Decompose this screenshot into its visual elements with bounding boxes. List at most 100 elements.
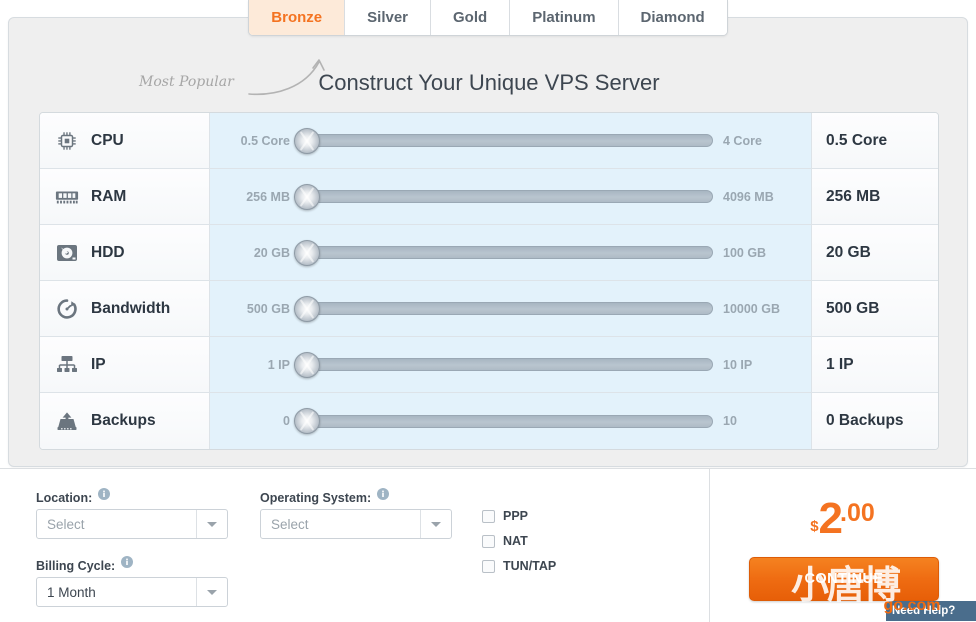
checkbox-label: PPP bbox=[503, 509, 529, 523]
checkbox-box[interactable] bbox=[482, 559, 495, 573]
billing-cycle-label: Billing Cycle: bbox=[36, 556, 133, 574]
spec-value-ip: 1 IP bbox=[812, 337, 938, 392]
spec-row-ip: IP 1 IP 10 IP 1 IP bbox=[40, 337, 938, 393]
location-select-value: Select bbox=[47, 516, 85, 532]
chevron-down-icon[interactable] bbox=[420, 510, 451, 538]
spec-name: RAM bbox=[91, 187, 127, 205]
spec-row-ram: RAM 256 MB 4096 MB 256 MB bbox=[40, 169, 938, 225]
slider-max-label: 100 GB bbox=[723, 245, 767, 260]
checkbox-label: NAT bbox=[503, 534, 528, 548]
slider-handle[interactable] bbox=[294, 183, 320, 210]
checkbox-box[interactable] bbox=[482, 534, 495, 548]
checkbox-label: TUN/TAP bbox=[503, 559, 557, 573]
spec-label-cell-ip: IP bbox=[40, 337, 210, 392]
slider-min-label: 500 GB bbox=[246, 301, 290, 316]
ram-module-icon bbox=[54, 184, 80, 210]
chevron-down-icon[interactable] bbox=[196, 510, 227, 538]
slider-cpu[interactable] bbox=[294, 127, 713, 154]
slider-min-label: 20 GB bbox=[253, 245, 290, 260]
order-form-fields: Location: Select Operating System: Selec… bbox=[0, 469, 710, 622]
spec-name: IP bbox=[91, 355, 106, 373]
location-select[interactable]: Select bbox=[36, 509, 228, 539]
slider-min-label: 256 MB bbox=[246, 189, 290, 204]
slider-max-label: 4 Core bbox=[723, 133, 762, 148]
slider-min-label: 1 IP bbox=[267, 357, 290, 372]
spec-value-backups: 0 Backups bbox=[812, 393, 938, 449]
spec-slider-cell-backups: 0 10 bbox=[210, 393, 812, 449]
order-summary: $2.00 CONTINUE bbox=[711, 469, 976, 622]
speedometer-icon bbox=[54, 296, 80, 322]
spec-slider-cell-hdd: 20 GB 100 GB bbox=[210, 225, 812, 280]
spec-row-backups: Backups 0 10 0 Backups bbox=[40, 393, 938, 449]
slider-track[interactable] bbox=[303, 190, 713, 203]
slider-handle[interactable] bbox=[294, 408, 320, 434]
slider-track[interactable] bbox=[303, 358, 713, 371]
network-topology-icon bbox=[54, 352, 80, 378]
info-icon[interactable] bbox=[120, 556, 133, 571]
hard-disk-icon bbox=[54, 240, 80, 266]
spec-label-cell-backups: Backups bbox=[40, 393, 210, 449]
slider-track[interactable] bbox=[303, 134, 713, 147]
slider-max-label: 10 IP bbox=[723, 357, 753, 372]
spec-value-cpu: 0.5 Core bbox=[812, 113, 938, 168]
spec-slider-cell-ip: 1 IP 10 IP bbox=[210, 337, 812, 392]
spec-label-cell-ram: RAM bbox=[40, 169, 210, 224]
billing-cycle-select[interactable]: 1 Month bbox=[36, 577, 228, 607]
slider-track[interactable] bbox=[303, 414, 713, 428]
page-title: Construct Your Unique VPS Server bbox=[318, 70, 660, 95]
need-help-tab[interactable]: Need Help? bbox=[886, 601, 976, 621]
tab-silver[interactable]: Silver bbox=[345, 0, 432, 35]
spec-label-cell-cpu: CPU bbox=[40, 113, 210, 168]
order-form-section: Location: Select Operating System: Selec… bbox=[0, 468, 976, 622]
price-integer: 2 bbox=[818, 494, 844, 543]
chevron-down-icon[interactable] bbox=[196, 578, 227, 606]
plan-tabs: Bronze Silver Gold Platinum Diamond bbox=[0, 0, 976, 36]
continue-button[interactable]: CONTINUE bbox=[749, 557, 939, 601]
slider-ram[interactable] bbox=[294, 183, 713, 210]
slider-handle[interactable] bbox=[294, 239, 320, 266]
slider-track[interactable] bbox=[303, 302, 713, 315]
operating-system-select[interactable]: Select bbox=[260, 509, 452, 539]
spec-slider-cell-bandwidth: 500 GB 10000 GB bbox=[210, 281, 812, 336]
slider-handle[interactable] bbox=[294, 295, 320, 322]
slider-track[interactable] bbox=[303, 246, 713, 259]
spec-name: HDD bbox=[91, 243, 125, 261]
spec-row-bandwidth: Bandwidth 500 GB 10000 GB 500 GB bbox=[40, 281, 938, 337]
price-display: $2.00 bbox=[711, 497, 976, 541]
location-label: Location: bbox=[36, 488, 110, 506]
spec-name: CPU bbox=[91, 131, 124, 149]
spec-value-ram: 256 MB bbox=[812, 169, 938, 224]
billing-cycle-select-value: 1 Month bbox=[47, 584, 96, 600]
spec-row-cpu: CPU 0.5 Core 4 Core 0.5 Core bbox=[40, 113, 938, 169]
spec-slider-table: CPU 0.5 Core 4 Core 0.5 Core RAM 256 MB … bbox=[39, 112, 939, 450]
slider-handle[interactable] bbox=[294, 127, 320, 154]
tab-platinum[interactable]: Platinum bbox=[510, 0, 619, 35]
operating-system-label: Operating System: bbox=[260, 488, 389, 506]
spec-label-cell-bandwidth: Bandwidth bbox=[40, 281, 210, 336]
checkbox-ppp[interactable]: PPP bbox=[482, 509, 528, 523]
spec-value-bandwidth: 500 GB bbox=[812, 281, 938, 336]
backup-archive-icon bbox=[54, 408, 80, 434]
tab-bronze[interactable]: Bronze bbox=[249, 0, 346, 35]
checkbox-box[interactable] bbox=[482, 509, 495, 523]
checkbox-tun-tap[interactable]: TUN/TAP bbox=[482, 559, 556, 573]
checkbox-nat[interactable]: NAT bbox=[482, 534, 528, 548]
info-icon[interactable] bbox=[376, 488, 389, 503]
slider-bandwidth[interactable] bbox=[294, 295, 713, 322]
slider-backups[interactable] bbox=[294, 408, 713, 434]
spec-value-hdd: 20 GB bbox=[812, 225, 938, 280]
spec-slider-cell-ram: 256 MB 4096 MB bbox=[210, 169, 812, 224]
slider-ip[interactable] bbox=[294, 351, 713, 378]
tab-gold[interactable]: Gold bbox=[431, 0, 511, 35]
configurator-panel: Most Popular Construct Your Unique VPS S… bbox=[8, 17, 968, 467]
price-decimal: .00 bbox=[840, 498, 875, 527]
slider-handle[interactable] bbox=[294, 351, 320, 378]
spec-slider-cell-cpu: 0.5 Core 4 Core bbox=[210, 113, 812, 168]
slider-hdd[interactable] bbox=[294, 239, 713, 266]
slider-min-label: 0 bbox=[283, 414, 290, 428]
slider-max-label: 10000 GB bbox=[723, 301, 780, 316]
info-icon[interactable] bbox=[97, 488, 110, 503]
slider-max-label: 10 bbox=[723, 414, 737, 428]
spec-row-hdd: HDD 20 GB 100 GB 20 GB bbox=[40, 225, 938, 281]
tab-diamond[interactable]: Diamond bbox=[618, 0, 727, 35]
